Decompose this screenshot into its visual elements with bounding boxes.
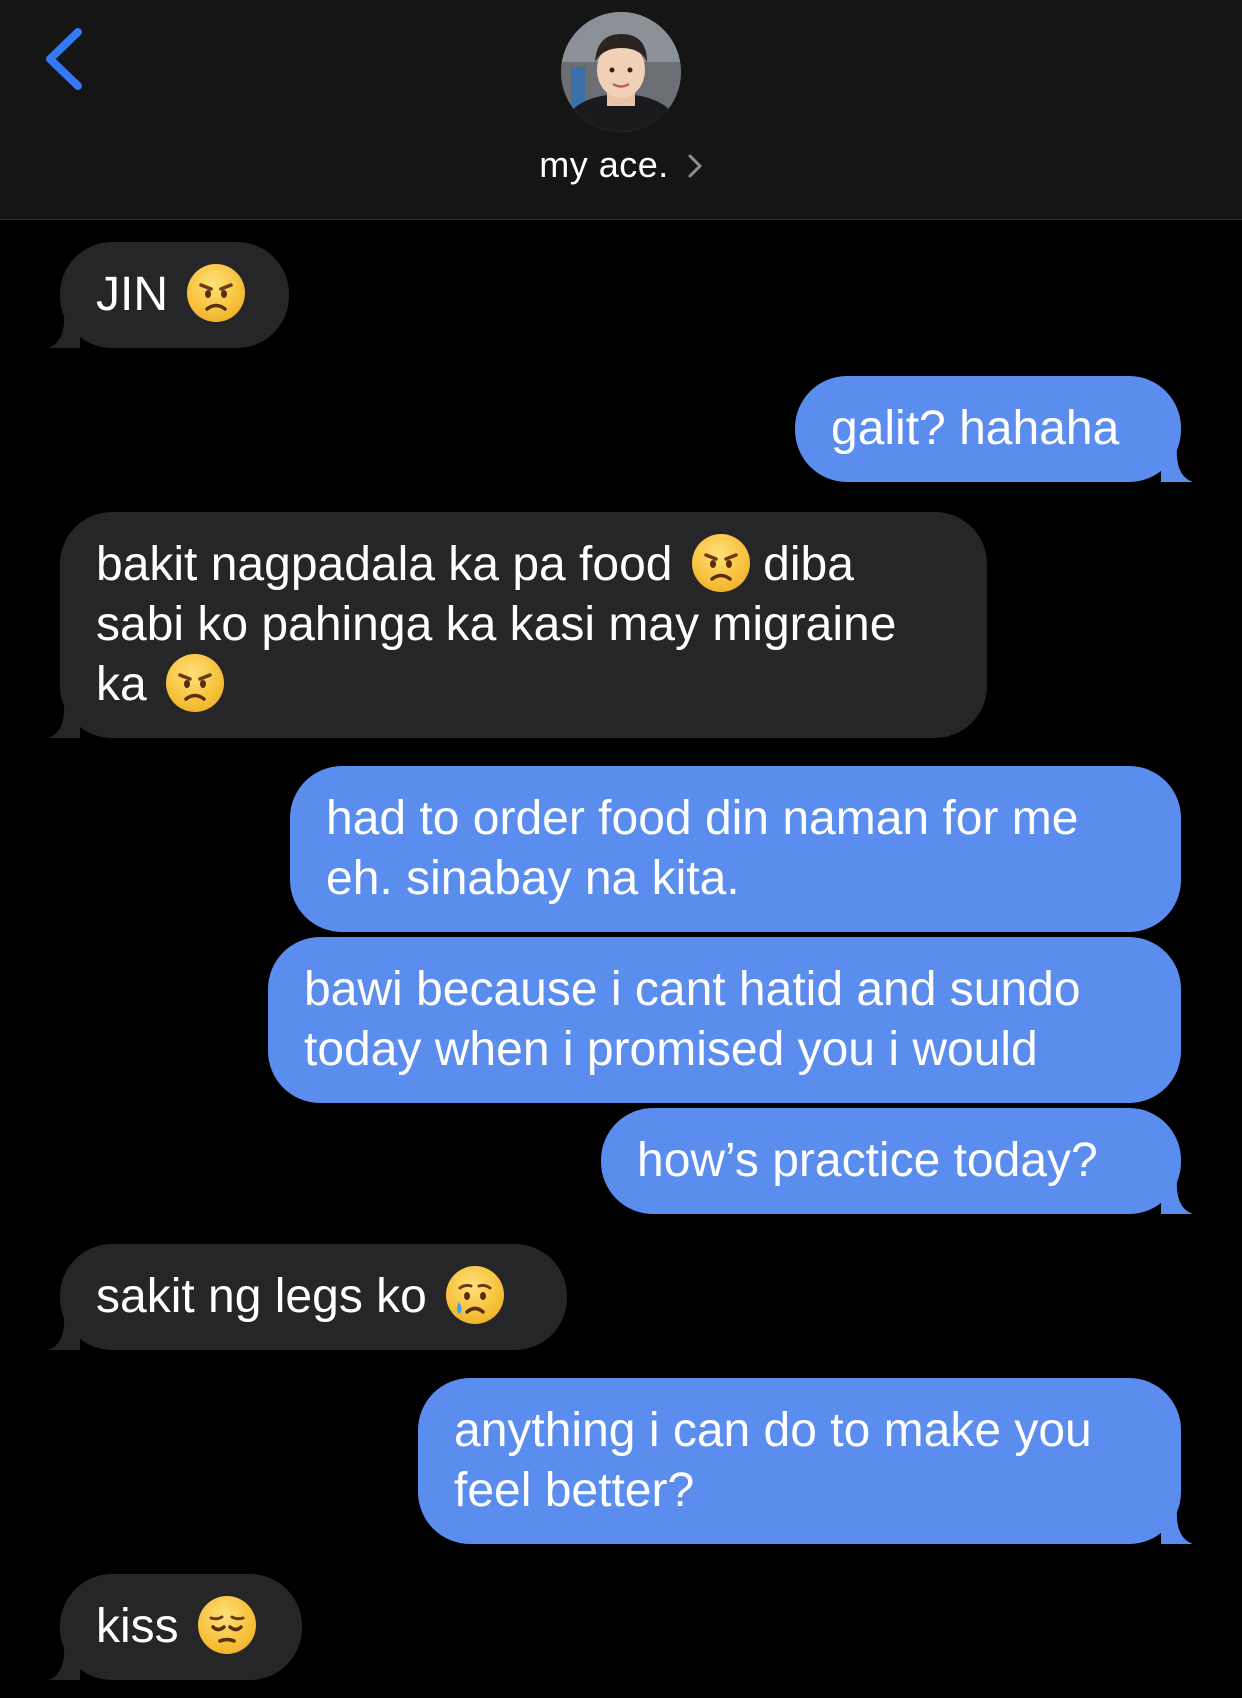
- message-text: bakit nagpadala ka pa food diba sabi ko p…: [96, 534, 896, 715]
- message-text: JIN: [96, 264, 246, 325]
- bubble-tail: [48, 702, 80, 738]
- conversation-header: my ace.: [0, 0, 1242, 220]
- message-bubble-incoming[interactable]: JIN: [48, 242, 289, 348]
- crying-face-icon: [446, 1266, 505, 1325]
- message-text: had to order food din naman for me eh. si…: [326, 792, 1079, 905]
- bubble-tail: [48, 1314, 80, 1350]
- back-button[interactable]: [40, 24, 100, 94]
- message-text: kiss: [96, 1596, 257, 1657]
- message-text: galit? hahaha: [831, 402, 1120, 455]
- message-bubble-incoming[interactable]: sakit ng legs ko: [48, 1244, 567, 1350]
- angry-face-icon: [187, 264, 246, 323]
- bubble-tail: [1161, 446, 1193, 482]
- contact-avatar[interactable]: [561, 12, 681, 132]
- message-text: bawi because i cant hatid and sundo today…: [304, 963, 1081, 1076]
- message-bubble-outgoing[interactable]: how’s practice today?: [601, 1108, 1193, 1214]
- bubble-tail: [1161, 1508, 1193, 1544]
- message-bubble-outgoing[interactable]: had to order food din naman for me eh. si…: [290, 766, 1181, 932]
- pensive-face-icon: [198, 1596, 257, 1655]
- bubble-tail: [48, 312, 80, 348]
- bubble-tail: [1161, 1178, 1193, 1214]
- message-bubble-outgoing[interactable]: bawi because i cant hatid and sundo today…: [268, 937, 1181, 1103]
- contact-name-button[interactable]: my ace.: [0, 140, 1242, 190]
- chevron-right-icon: [687, 142, 703, 192]
- contact-name: my ace.: [539, 144, 669, 185]
- message-text: anything i can do to make you feel better…: [454, 1404, 1092, 1517]
- message-bubble-incoming[interactable]: bakit nagpadala ka pa food diba sabi ko p…: [48, 512, 987, 738]
- message-text: how’s practice today?: [637, 1134, 1098, 1187]
- message-bubble-outgoing[interactable]: galit? hahaha: [795, 376, 1193, 482]
- angry-face-icon: [691, 534, 750, 593]
- chevron-left-icon: [46, 28, 82, 90]
- bubble-tail: [48, 1644, 80, 1680]
- message-text: sakit ng legs ko: [96, 1266, 505, 1327]
- angry-face-icon: [166, 654, 225, 713]
- message-bubble-outgoing[interactable]: anything i can do to make you feel better…: [418, 1378, 1193, 1544]
- message-thread[interactable]: JIN galit? hahaha bakit nagpadala ka pa …: [0, 220, 1242, 1698]
- message-bubble-incoming[interactable]: kiss: [48, 1574, 302, 1680]
